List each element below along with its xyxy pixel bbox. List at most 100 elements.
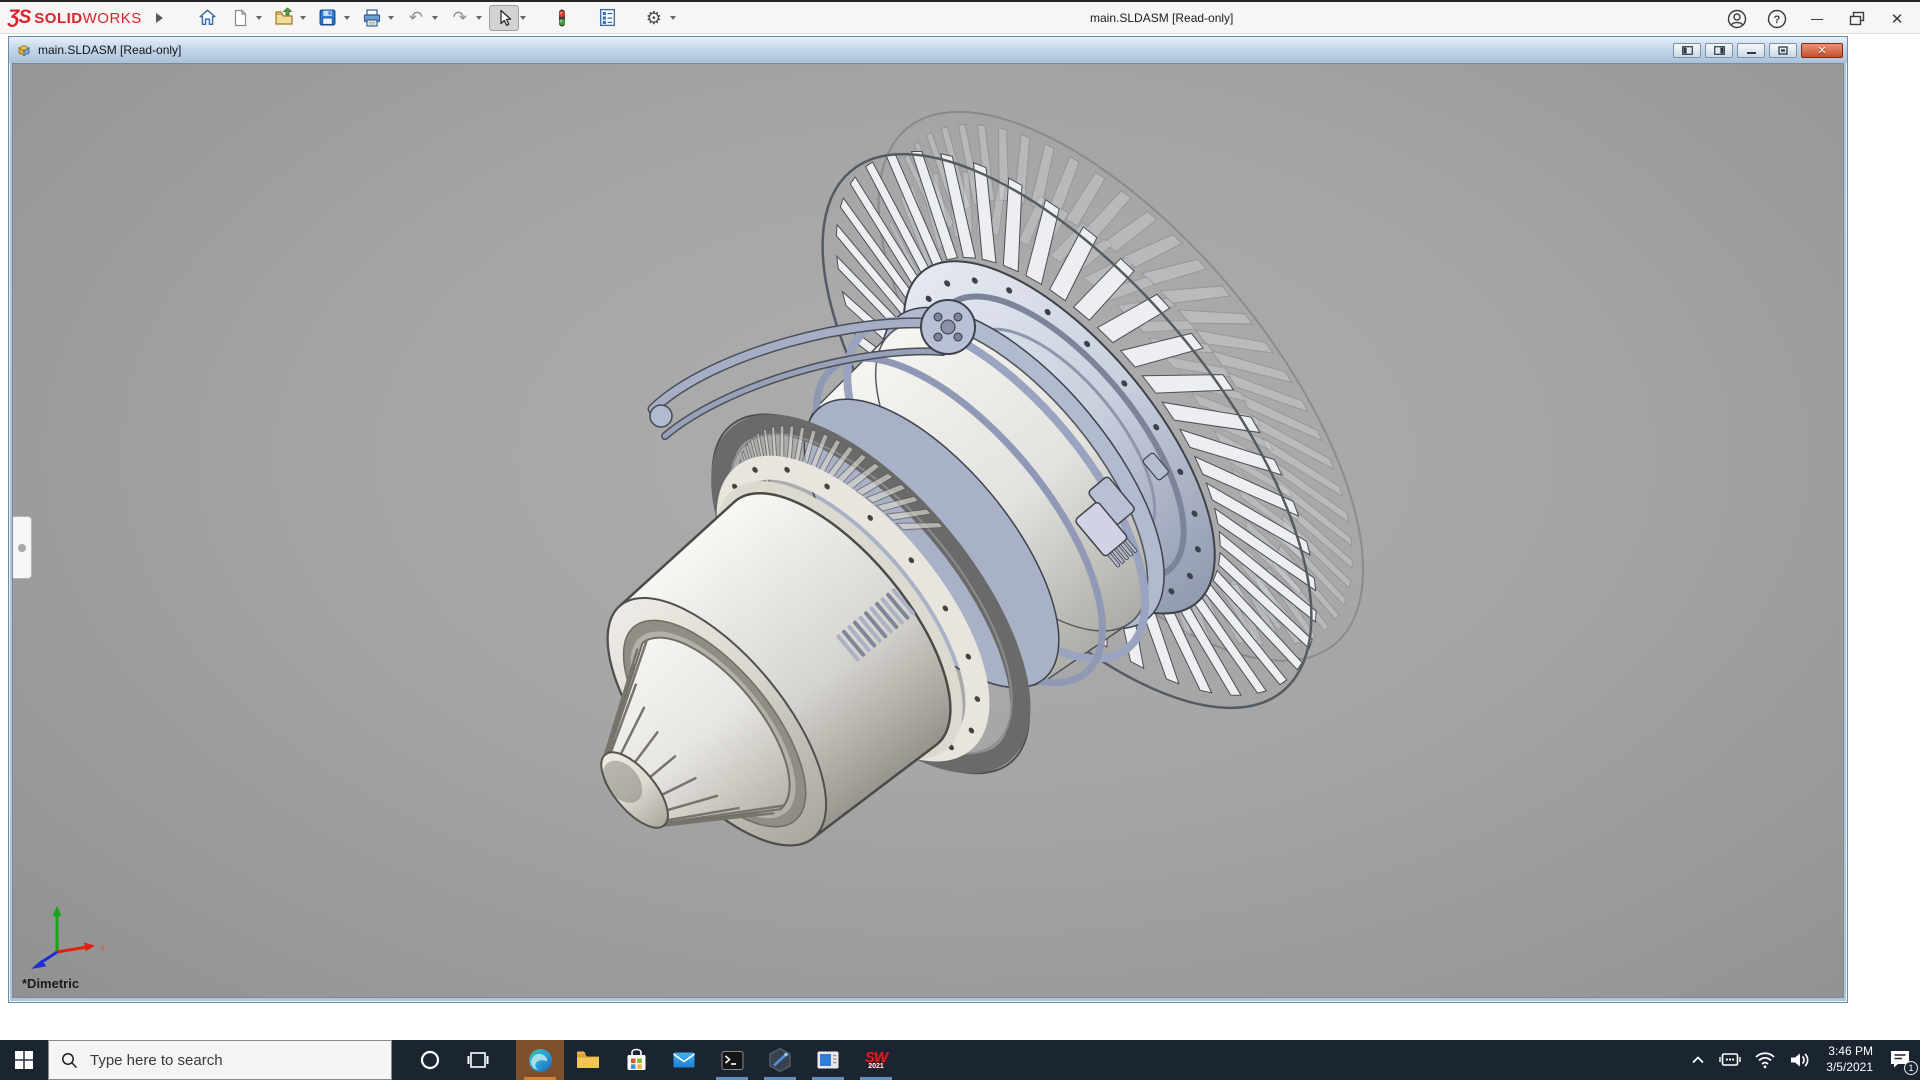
minimize-button[interactable] <box>1804 6 1830 32</box>
hidden-icons-chevron[interactable] <box>1690 1052 1706 1068</box>
account-button[interactable] <box>1724 6 1750 32</box>
home-button[interactable] <box>193 5 223 31</box>
quick-access-toolbar: ↶ ↷ ⚙ <box>191 5 681 31</box>
taskbar-system-window[interactable] <box>804 1040 852 1080</box>
minimize-icon <box>1811 19 1823 20</box>
system-window-icon <box>815 1047 841 1073</box>
save-button[interactable] <box>313 5 343 31</box>
select-cursor-icon <box>494 8 514 28</box>
pane-right-icon <box>1714 46 1725 55</box>
taskbar-clock[interactable]: 3:46 PM 3/5/2021 <box>1826 1044 1873 1075</box>
orientation-triad: x <box>27 902 117 980</box>
options-dropdown-caret[interactable] <box>670 16 676 20</box>
select-dropdown-caret[interactable] <box>520 16 526 20</box>
wifi-icon[interactable] <box>1754 1051 1776 1069</box>
open-dropdown-caret[interactable] <box>300 16 306 20</box>
list-properties-icon <box>597 7 618 28</box>
restore-button[interactable] <box>1844 6 1870 32</box>
display-list-button[interactable] <box>593 5 623 31</box>
taskbar-edge[interactable] <box>516 1040 564 1080</box>
clock-date: 3/5/2021 <box>1826 1060 1873 1076</box>
file-explorer-icon <box>575 1047 601 1073</box>
redo-dropdown-caret[interactable] <box>476 16 482 20</box>
print-dropdown-caret[interactable] <box>388 16 394 20</box>
app-titlebar: ƷSSOLIDWORKS <box>0 0 1920 34</box>
undo-dropdown-caret[interactable] <box>432 16 438 20</box>
options-button[interactable]: ⚙ <box>639 5 669 31</box>
logo-text-bold: SOLID <box>34 10 82 27</box>
solidworks-taskbar-icon: SW 2021 <box>865 1050 887 1070</box>
solidworks-logo-mark: ƷS <box>8 7 30 29</box>
mail-icon <box>671 1047 697 1073</box>
new-document-button[interactable] <box>225 5 255 31</box>
graphics-viewport[interactable]: x *Dimetric <box>12 63 1844 998</box>
document-titlebar[interactable]: main.SLDASM [Read-only] ✕ <box>9 37 1847 63</box>
redo-icon: ↷ <box>453 8 467 28</box>
svg-text:?: ? <box>1774 14 1781 26</box>
triad-x-label: x <box>100 943 105 954</box>
print-button[interactable] <box>357 5 387 31</box>
select-button[interactable] <box>489 5 519 31</box>
volume-icon[interactable] <box>1789 1051 1811 1069</box>
document-minimize-icon <box>1747 52 1756 54</box>
redo-button[interactable]: ↷ <box>445 5 475 31</box>
new-dropdown-caret[interactable] <box>256 16 262 20</box>
close-icon: ✕ <box>1891 10 1904 28</box>
microsoft-store-icon <box>624 1048 649 1073</box>
taskbar-command-prompt[interactable] <box>708 1040 756 1080</box>
document-restore-icon <box>1778 46 1788 55</box>
pane-left-button[interactable] <box>1673 43 1701 58</box>
help-icon: ? <box>1766 8 1788 30</box>
cortana-icon <box>419 1049 441 1071</box>
taskbar-hexagon-tool[interactable] <box>756 1040 804 1080</box>
help-button[interactable]: ? <box>1764 6 1790 32</box>
document-restore-button[interactable] <box>1769 43 1797 58</box>
start-button[interactable] <box>0 1040 48 1080</box>
taskbar-file-explorer[interactable] <box>564 1040 612 1080</box>
notification-badge: 1 <box>1904 1061 1918 1075</box>
search-icon <box>61 1052 78 1069</box>
open-folder-icon <box>273 7 295 29</box>
task-view-icon <box>467 1049 489 1071</box>
print-icon <box>361 7 383 29</box>
document-close-button[interactable]: ✕ <box>1801 43 1843 58</box>
open-button[interactable] <box>269 5 299 31</box>
search-placeholder: Type here to search <box>90 1052 223 1069</box>
task-view-button[interactable] <box>454 1040 502 1080</box>
assembly-icon <box>16 42 32 58</box>
feature-tree-collapse-tab[interactable] <box>13 516 32 579</box>
taskbar-search[interactable]: Type here to search <box>48 1040 392 1080</box>
save-dropdown-caret[interactable] <box>344 16 350 20</box>
rebuild-button[interactable] <box>547 5 577 31</box>
cortana-button[interactable] <box>406 1040 454 1080</box>
tab-grip-dot <box>18 544 26 552</box>
view-orientation-label: *Dimetric <box>22 976 79 991</box>
new-document-icon <box>230 8 250 28</box>
document-minimize-button[interactable] <box>1737 43 1765 58</box>
action-center-button[interactable]: 1 <box>1888 1047 1914 1073</box>
solidworks-logo: ƷSSOLIDWORKS <box>8 7 142 29</box>
logo-text-light: WORKS <box>83 10 142 27</box>
command-prompt-icon <box>720 1048 745 1073</box>
close-button[interactable]: ✕ <box>1884 6 1910 32</box>
home-icon <box>197 7 218 28</box>
taskbar-mail[interactable] <box>660 1040 708 1080</box>
engine-3d-model[interactable] <box>13 64 1844 998</box>
undo-button[interactable]: ↶ <box>401 5 431 31</box>
sw-year: 2021 <box>868 1063 884 1070</box>
taskbar: Type here to search <box>0 1040 1920 1080</box>
app-window-title: main.SLDASM [Read-only] <box>1090 11 1233 25</box>
triad-x-axis <box>84 943 95 952</box>
taskbar-solidworks[interactable]: SW 2021 <box>852 1040 900 1080</box>
taskbar-store[interactable] <box>612 1040 660 1080</box>
system-tray: 3:46 PM 3/5/2021 1 <box>1690 1040 1914 1080</box>
stoplight-icon <box>552 8 572 28</box>
windows-start-icon <box>15 1051 33 1069</box>
undo-icon: ↶ <box>409 8 423 28</box>
remote-display-icon[interactable] <box>1719 1050 1741 1070</box>
triad-y-axis <box>53 906 62 916</box>
pane-right-button[interactable] <box>1705 43 1733 58</box>
restore-icon <box>1849 11 1865 27</box>
document-window: main.SLDASM [Read-only] ✕ <box>8 36 1848 1003</box>
menu-expand-arrow-icon[interactable] <box>156 13 163 23</box>
